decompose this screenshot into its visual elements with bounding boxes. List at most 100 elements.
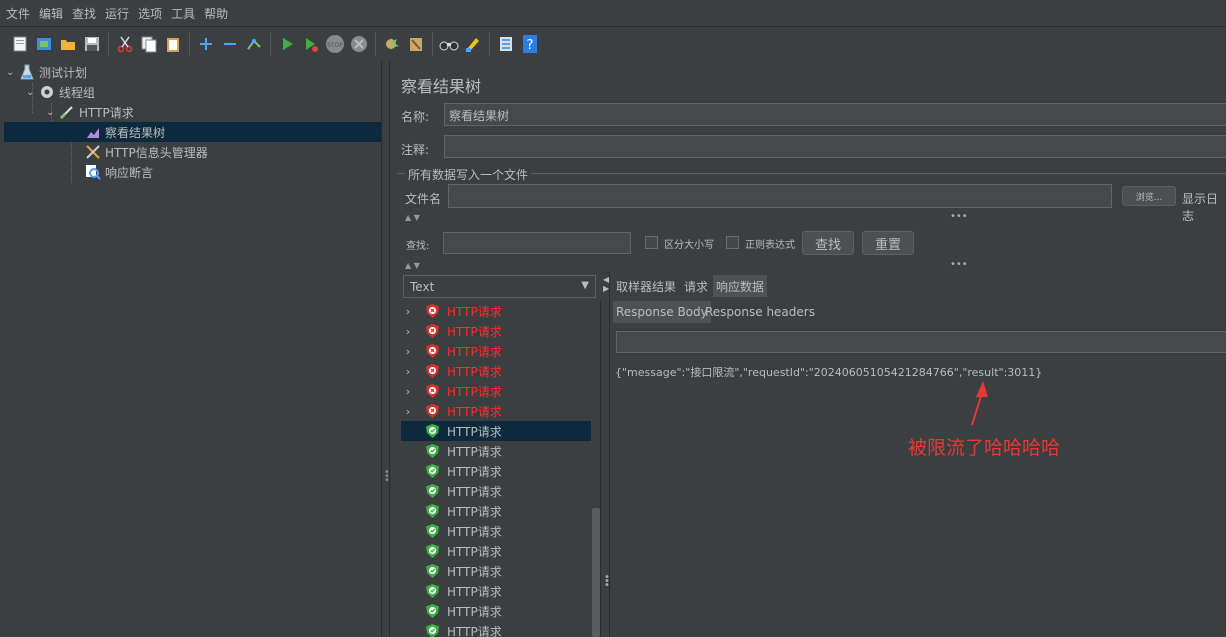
clear-icon[interactable] xyxy=(382,34,402,54)
reset-search-icon[interactable] xyxy=(463,34,483,54)
response-search-field[interactable] xyxy=(616,331,1226,353)
divider-arrows-icon[interactable]: ▲ ▼ xyxy=(405,213,420,222)
cut-icon[interactable] xyxy=(115,34,135,54)
open-icon[interactable] xyxy=(58,34,78,54)
collapse-arrows-icon[interactable]: ◀ ▶ xyxy=(603,275,609,293)
panel-divider[interactable]: ▲ ▼ ••• xyxy=(391,211,1226,224)
search-button[interactable]: 查找 xyxy=(802,231,854,255)
chevron-right-icon[interactable]: › xyxy=(401,405,415,418)
results-splitter[interactable]: ◀ ▶ • • • xyxy=(601,271,610,637)
tab-response-headers[interactable]: Response headers xyxy=(702,301,818,323)
chevron-right-icon[interactable]: › xyxy=(401,305,415,318)
search-field[interactable] xyxy=(443,232,631,254)
success-shield-icon xyxy=(423,462,441,480)
result-row[interactable]: › HTTP请求 xyxy=(401,321,591,341)
result-row[interactable]: HTTP请求 xyxy=(401,481,591,501)
expand-icon[interactable] xyxy=(196,34,216,54)
annotation-arrow xyxy=(971,381,988,426)
main-splitter[interactable]: • • • xyxy=(382,61,390,637)
tree-node-response-assertion[interactable]: 响应断言 xyxy=(84,162,153,182)
menu-run[interactable]: 运行 xyxy=(105,5,129,22)
success-shield-icon xyxy=(423,422,441,440)
result-row[interactable]: HTTP请求 xyxy=(401,581,591,601)
chevron-right-icon[interactable]: › xyxy=(401,385,415,398)
divider-grip[interactable]: ••• xyxy=(950,211,968,222)
result-row[interactable]: HTTP请求 xyxy=(401,541,591,561)
tree-node-http-request[interactable]: ⌄ HTTP请求 xyxy=(46,102,134,122)
tab-sampler-result[interactable]: 取样器结果 xyxy=(613,275,679,297)
browse-button[interactable]: 浏览... xyxy=(1122,186,1176,206)
search-icon[interactable] xyxy=(439,34,459,54)
menu-help[interactable]: 帮助 xyxy=(204,5,228,22)
templates-icon[interactable] xyxy=(34,34,54,54)
name-field[interactable]: 察看结果树 xyxy=(444,103,1226,126)
result-row[interactable]: › HTTP请求 xyxy=(401,361,591,381)
tree-node-label: 察看结果树 xyxy=(105,125,166,140)
save-icon[interactable] xyxy=(82,34,102,54)
reset-button[interactable]: 重置 xyxy=(862,231,914,255)
result-row[interactable]: HTTP请求 xyxy=(401,601,591,621)
result-row[interactable]: HTTP请求 xyxy=(401,501,591,521)
copy-icon[interactable] xyxy=(139,34,159,54)
chevron-down-icon[interactable]: ▼ xyxy=(581,280,589,291)
result-row[interactable]: › HTTP请求 xyxy=(401,341,591,361)
result-row[interactable]: HTTP请求 xyxy=(401,461,591,481)
start-no-pause-icon[interactable] xyxy=(301,34,321,54)
result-row[interactable]: HTTP请求 xyxy=(401,561,591,581)
results-divider[interactable]: ▲ ▼ ••• xyxy=(391,259,1226,272)
menu-tools[interactable]: 工具 xyxy=(171,5,195,22)
case-sensitive-checkbox[interactable] xyxy=(645,236,658,249)
toggle-icon[interactable] xyxy=(244,34,264,54)
menu-options[interactable]: 选项 xyxy=(138,5,162,22)
renderer-selected: Text xyxy=(410,279,435,294)
results-scrollbar[interactable] xyxy=(592,508,600,637)
collapse-icon[interactable] xyxy=(220,34,240,54)
chevron-right-icon[interactable]: › xyxy=(401,365,415,378)
tree-node-test-plan[interactable]: ⌄ 测试计划 xyxy=(6,62,87,82)
function-helper-icon[interactable] xyxy=(496,34,516,54)
renderer-select[interactable]: Text ▼ xyxy=(403,275,596,298)
result-row[interactable]: HTTP请求 xyxy=(401,621,591,637)
tree-node-thread-group[interactable]: ⌄ 线程组 xyxy=(26,82,95,102)
clear-all-icon[interactable] xyxy=(406,34,426,54)
result-row[interactable]: HTTP请求 xyxy=(401,441,591,461)
start-icon[interactable] xyxy=(277,34,297,54)
comment-field[interactable] xyxy=(444,135,1226,158)
filename-field[interactable] xyxy=(448,184,1112,208)
stop-icon[interactable]: STOP xyxy=(325,34,345,54)
splitter-grip[interactable]: • • • xyxy=(604,573,610,591)
splitter-grip[interactable]: • • • xyxy=(384,468,390,486)
tree-node-label: HTTP请求 xyxy=(79,105,134,120)
tab-response-data[interactable]: 响应数据 xyxy=(713,275,768,297)
shutdown-icon[interactable] xyxy=(349,34,369,54)
menu-search[interactable]: 查找 xyxy=(72,5,96,22)
svg-text:?: ? xyxy=(527,38,534,53)
result-row[interactable]: HTTP请求 xyxy=(401,521,591,541)
regex-checkbox[interactable] xyxy=(726,236,739,249)
divider-grip[interactable]: ••• xyxy=(950,259,968,270)
tab-request[interactable]: 请求 xyxy=(681,275,711,297)
chevron-right-icon[interactable]: › xyxy=(401,325,415,338)
new-icon[interactable] xyxy=(10,34,30,54)
result-label: HTTP请求 xyxy=(447,464,502,479)
chevron-down-icon[interactable]: ⌄ xyxy=(26,87,38,98)
result-row[interactable]: › HTTP请求 xyxy=(401,301,591,321)
chevron-right-icon[interactable]: › xyxy=(401,345,415,358)
tree-node-view-results-tree[interactable]: 察看结果树 xyxy=(4,122,381,142)
chevron-down-icon[interactable]: ⌄ xyxy=(6,67,18,78)
response-body-text[interactable]: {"message":"接口限流","requestId":"202406051… xyxy=(615,364,1042,380)
result-row[interactable]: › HTTP请求 xyxy=(401,381,591,401)
divider-arrows-icon[interactable]: ▲ ▼ xyxy=(405,261,420,270)
paste-icon[interactable] xyxy=(163,34,183,54)
result-label: HTTP请求 xyxy=(447,544,502,559)
result-row[interactable]: HTTP请求 xyxy=(401,421,591,441)
tree-node-header-manager[interactable]: HTTP信息头管理器 xyxy=(84,142,208,162)
result-label: HTTP请求 xyxy=(447,404,502,419)
menu-file[interactable]: 文件 xyxy=(6,5,30,22)
tree-node-label: HTTP信息头管理器 xyxy=(105,145,208,160)
tab-response-body[interactable]: Response Body xyxy=(613,301,711,323)
chevron-down-icon[interactable]: ⌄ xyxy=(46,107,58,118)
help-icon[interactable]: ? xyxy=(520,34,540,54)
menu-edit[interactable]: 编辑 xyxy=(39,5,63,22)
result-row[interactable]: › HTTP请求 xyxy=(401,401,591,421)
